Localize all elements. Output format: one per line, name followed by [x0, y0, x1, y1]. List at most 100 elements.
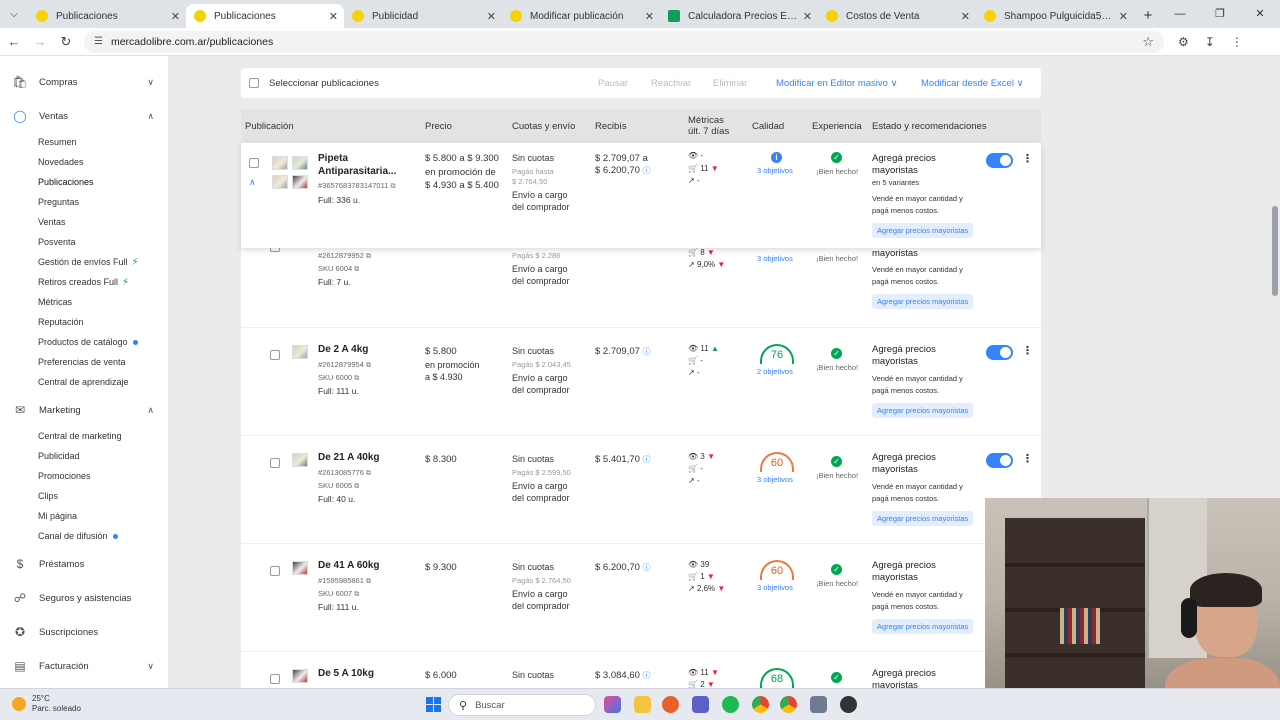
- close-tab-icon[interactable]: ✕: [329, 10, 338, 23]
- row-checkbox[interactable]: [249, 158, 259, 168]
- calidad-objetivos-link[interactable]: 3 objetivos: [757, 166, 793, 175]
- editor-masivo-button[interactable]: Modificar en Editor masivo ∨: [776, 78, 898, 89]
- more-menu-icon[interactable]: ⋮: [1231, 35, 1243, 49]
- sidebar-section-prestamos[interactable]: $ Préstamos: [12, 556, 154, 572]
- copy-icon[interactable]: ⧉: [366, 253, 371, 260]
- site-settings-icon[interactable]: ☰: [94, 36, 103, 47]
- tab-publicaciones-1[interactable]: Publicaciones ✕: [28, 4, 186, 28]
- reload-icon[interactable]: ↻: [54, 34, 78, 50]
- tab-publicidad[interactable]: Publicidad ✕: [344, 4, 502, 28]
- sidebar-item-preferencias[interactable]: Preferencias de venta: [38, 357, 126, 367]
- copy-icon[interactable]: ⧉: [390, 183, 395, 190]
- pausar-button[interactable]: Pausar: [598, 78, 628, 89]
- more-options-icon[interactable]: ⋮: [1022, 344, 1033, 357]
- more-options-icon[interactable]: ⋮: [1022, 152, 1033, 165]
- sidebar-item-reputacion[interactable]: Reputación: [38, 317, 84, 327]
- sidebar-section-suscripciones[interactable]: ✪ Suscripciones: [12, 624, 154, 640]
- sidebar-section-marketing[interactable]: ✉ Marketing ∧: [12, 402, 154, 418]
- sidebar-item-central-aprendizaje[interactable]: Central de aprendizaje: [38, 377, 129, 387]
- sidebar-item-ventas[interactable]: Ventas: [38, 217, 66, 227]
- reactivar-button[interactable]: Reactivar: [651, 78, 691, 89]
- copy-icon[interactable]: ⧉: [366, 362, 371, 369]
- sidebar-section-ventas[interactable]: ◯ Ventas ∧: [12, 108, 154, 124]
- sidebar-item-novedades[interactable]: Novedades: [38, 157, 84, 167]
- weather-widget[interactable]: 25°C Parc. soleado: [12, 694, 81, 714]
- tab-search-chevron-icon[interactable]: ⌵: [0, 0, 28, 28]
- firefox-icon[interactable]: [662, 696, 679, 713]
- info-icon[interactable]: ⓘ: [643, 563, 651, 572]
- eliminar-button[interactable]: Eliminar: [713, 78, 747, 89]
- app-icon[interactable]: [810, 696, 827, 713]
- sidebar-item-publicaciones[interactable]: Publicaciones: [38, 177, 94, 187]
- agregar-precios-mayoristas-button[interactable]: Agregar precios mayoristas: [872, 223, 974, 238]
- product-title-line1[interactable]: Pipeta: [318, 153, 348, 164]
- tab-shampoo[interactable]: Shampoo Pulguicida51 | Merca ✕: [976, 4, 1134, 28]
- publication-active-toggle[interactable]: [986, 345, 1013, 360]
- restore-icon[interactable]: ❐: [1200, 0, 1240, 28]
- extensions-icon[interactable]: ⚙: [1178, 35, 1189, 49]
- close-tab-icon[interactable]: ✕: [171, 10, 180, 23]
- copy-icon[interactable]: ⧉: [366, 578, 371, 585]
- tab-modificar-publicacion[interactable]: Modificar publicación ✕: [502, 4, 660, 28]
- teams-icon[interactable]: [692, 696, 709, 713]
- sidebar-item-clips[interactable]: Clips: [38, 491, 58, 501]
- calidad-objetivos-link[interactable]: 2 objetivos: [757, 367, 793, 376]
- tab-calculadora[interactable]: Calculadora Precios EL PUESTO ✕: [660, 4, 818, 28]
- calidad-objetivos-link[interactable]: 3 objetivos: [757, 254, 793, 263]
- chrome-icon[interactable]: [780, 696, 797, 713]
- sidebar-item-preguntas[interactable]: Preguntas: [38, 197, 79, 207]
- sidebar-section-compras[interactable]: 🛍 Compras ∨: [12, 74, 154, 90]
- row-checkbox[interactable]: [270, 458, 280, 468]
- sidebar-item-productos-catalogo[interactable]: Productos de catálogo: [38, 337, 138, 347]
- agregar-precios-mayoristas-button[interactable]: Agregar precios mayoristas: [872, 619, 974, 634]
- publication-active-toggle[interactable]: [986, 153, 1013, 168]
- bookmark-star-icon[interactable]: ☆: [1142, 34, 1154, 50]
- product-title[interactable]: De 21 A 40kg: [318, 452, 380, 463]
- download-icon[interactable]: ↧: [1205, 35, 1215, 49]
- copy-icon[interactable]: ⧉: [354, 266, 359, 273]
- select-all-checkbox[interactable]: [249, 78, 259, 88]
- product-title[interactable]: De 2 A 4kg: [318, 344, 368, 355]
- sidebar-item-gestion-envios-full[interactable]: Gestión de envíos Full ⚡: [38, 257, 139, 268]
- sidebar-item-posventa[interactable]: Posventa: [38, 237, 76, 247]
- new-tab-plus-icon[interactable]: +: [1134, 7, 1162, 24]
- product-title-line2[interactable]: Antiparasitaria...: [318, 166, 396, 177]
- excel-button[interactable]: Modificar desde Excel ∨: [921, 78, 1024, 89]
- info-icon[interactable]: ⓘ: [643, 166, 651, 175]
- close-tab-icon[interactable]: ✕: [487, 10, 496, 23]
- publication-active-toggle[interactable]: [986, 453, 1013, 468]
- close-tab-icon[interactable]: ✕: [803, 10, 812, 23]
- app-icon[interactable]: [840, 696, 857, 713]
- sidebar-section-facturacion[interactable]: ▤ Facturación ∨: [12, 658, 154, 674]
- sidebar-item-central-marketing[interactable]: Central de marketing: [38, 431, 122, 441]
- row-checkbox[interactable]: [270, 350, 280, 360]
- agregar-precios-mayoristas-button[interactable]: Agregar precios mayoristas: [872, 403, 974, 418]
- copy-icon[interactable]: ⧉: [366, 470, 371, 477]
- sidebar-item-metricas[interactable]: Métricas: [38, 297, 72, 307]
- copy-icon[interactable]: ⧉: [354, 375, 359, 382]
- copy-icon[interactable]: ⧉: [354, 591, 359, 598]
- back-arrow-icon[interactable]: ←: [2, 34, 26, 49]
- copilot-icon[interactable]: [604, 696, 621, 713]
- calidad-objetivos-link[interactable]: 3 objetivos: [757, 583, 793, 592]
- sidebar-section-seguros[interactable]: ☍ Seguros y asistencias: [12, 590, 154, 606]
- url-bar[interactable]: ☰ mercadolibre.com.ar/publicaciones ☆: [84, 30, 1164, 53]
- windows-start-icon[interactable]: [426, 697, 441, 712]
- chrome-icon[interactable]: [752, 696, 769, 713]
- sidebar-item-resumen[interactable]: Resumen: [38, 137, 77, 147]
- row-checkbox[interactable]: [270, 566, 280, 576]
- agregar-precios-mayoristas-button[interactable]: Agregar precios mayoristas: [872, 294, 974, 309]
- close-window-icon[interactable]: ✕: [1240, 0, 1280, 28]
- sidebar-item-publicidad[interactable]: Publicidad: [38, 451, 80, 461]
- close-tab-icon[interactable]: ✕: [1119, 10, 1128, 23]
- row-checkbox[interactable]: [270, 674, 280, 684]
- spotify-icon[interactable]: [722, 696, 739, 713]
- copy-icon[interactable]: ⧉: [354, 483, 359, 490]
- collapse-chevron-icon[interactable]: ∧: [249, 177, 256, 188]
- agregar-precios-mayoristas-button[interactable]: Agregar precios mayoristas: [872, 511, 974, 526]
- forward-arrow-icon[interactable]: →: [28, 34, 52, 49]
- page-scrollbar[interactable]: [1272, 206, 1278, 296]
- taskbar-search[interactable]: ⚲ Buscar: [448, 694, 596, 716]
- info-icon[interactable]: ⓘ: [643, 455, 651, 464]
- more-options-icon[interactable]: ⋮: [1022, 452, 1033, 465]
